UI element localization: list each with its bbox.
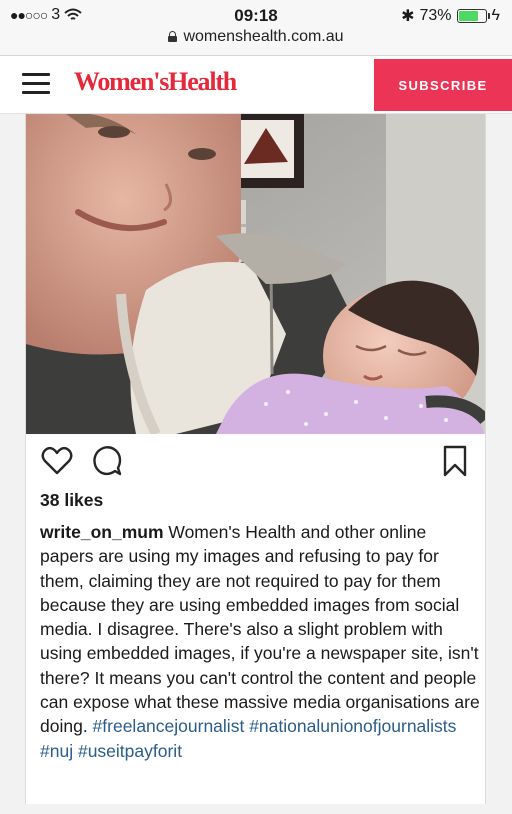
bookmark-icon[interactable] <box>438 444 472 478</box>
hashtag[interactable]: #nationalunionofjournalists <box>249 716 456 736</box>
url-text: womenshealth.com.au <box>183 28 344 45</box>
likes-count[interactable]: 38 likes <box>40 490 103 511</box>
battery-level <box>458 11 478 21</box>
post-caption: write_on_mum Women's Health and other on… <box>40 520 480 763</box>
status-indicators: ✱ 73% ϟ <box>401 6 500 26</box>
post-username[interactable]: write_on_mum <box>40 522 164 542</box>
lock-icon <box>168 31 178 42</box>
instagram-post-embed: 38 likes write_on_mum Women's Health and… <box>25 114 486 804</box>
address-bar[interactable]: womenshealth.com.au <box>0 28 512 46</box>
hashtag[interactable]: #nuj <box>40 741 73 761</box>
post-actions <box>40 444 470 480</box>
caption-text: Women's Health and other online papers a… <box>40 522 480 737</box>
comment-icon[interactable] <box>90 444 124 478</box>
womens-health-logo[interactable]: Women'sHealth <box>74 67 237 97</box>
post-photo[interactable] <box>26 114 485 434</box>
browser-status-bar: ●●○○○ 3 09:18 ✱ 73% ϟ womenshealth.com.a… <box>0 0 512 56</box>
charging-icon: ϟ <box>491 7 500 24</box>
hamburger-menu-icon[interactable] <box>22 73 50 95</box>
site-header: Women'sHealth SUBSCRIBE <box>0 56 512 114</box>
battery-icon <box>456 9 490 23</box>
battery-percent: 73% <box>419 7 452 24</box>
bluetooth-icon: ✱ <box>401 8 415 25</box>
hashtag[interactable]: #useitpayforit <box>78 741 182 761</box>
hashtag[interactable]: #freelancejournalist <box>93 716 245 736</box>
mother-and-baby-photo <box>26 114 485 434</box>
subscribe-button[interactable]: SUBSCRIBE <box>374 59 512 111</box>
heart-icon[interactable] <box>40 444 74 478</box>
